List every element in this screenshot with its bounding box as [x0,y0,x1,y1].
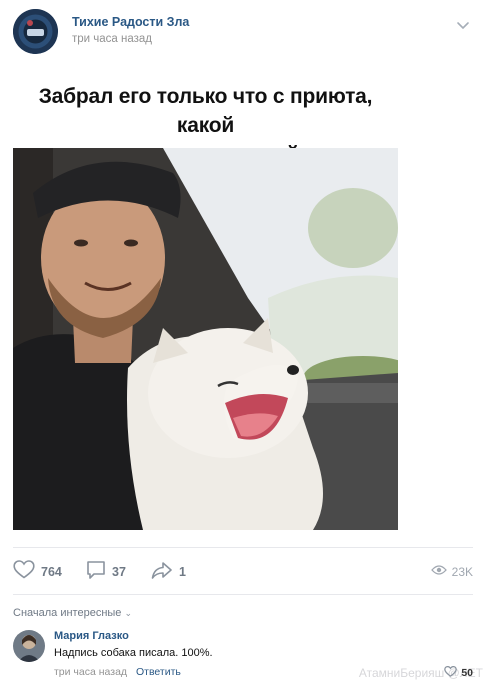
comment-count: 37 [112,565,126,579]
avatar[interactable] [13,630,45,662]
reply-button[interactable]: Ответить [136,666,181,678]
comment-timestamp[interactable]: три часа назад [54,666,127,678]
comment-meta: три часа назад Ответить [54,666,181,678]
group-name-link[interactable]: Тихие Радости Зла [72,15,189,29]
post-photo[interactable] [13,148,398,530]
comment-author-link[interactable]: Мария Глазко [54,630,129,642]
eye-icon [430,563,447,581]
divider [13,594,473,595]
group-avatar[interactable] [13,9,58,54]
divider [13,547,473,548]
post-timestamp[interactable]: три часа назад [72,33,152,45]
share-arrow-icon [151,561,173,584]
like-button[interactable]: 764 [13,560,62,584]
share-button[interactable]: 1 [151,561,186,583]
post-card: Тихие Радости Зла три часа назад Забрал … [0,0,491,687]
comment-like-button[interactable]: 50 [444,664,473,682]
views-counter: 23K [430,561,473,583]
comment-text: Надпись собака писала. 100%. [54,647,213,659]
heart-icon [13,560,35,584]
chevron-down-icon: ⌄ [124,608,133,618]
heart-icon [444,664,458,682]
chevron-down-icon[interactable] [456,18,470,30]
sort-label: Сначала интересные [13,607,122,619]
like-count: 764 [41,565,62,579]
share-count: 1 [179,565,186,579]
comments-sort-dropdown[interactable]: Сначала интересные ⌄ [13,607,132,619]
comment-like-count: 50 [461,667,473,679]
views-count: 23K [451,565,473,579]
comment-icon [86,560,106,585]
comment-button[interactable]: 37 [86,560,126,585]
post-actions-bar: 764 37 1 23K [13,560,473,585]
caption-line-1: Забрал его только что с приюта, какой [38,85,373,137]
